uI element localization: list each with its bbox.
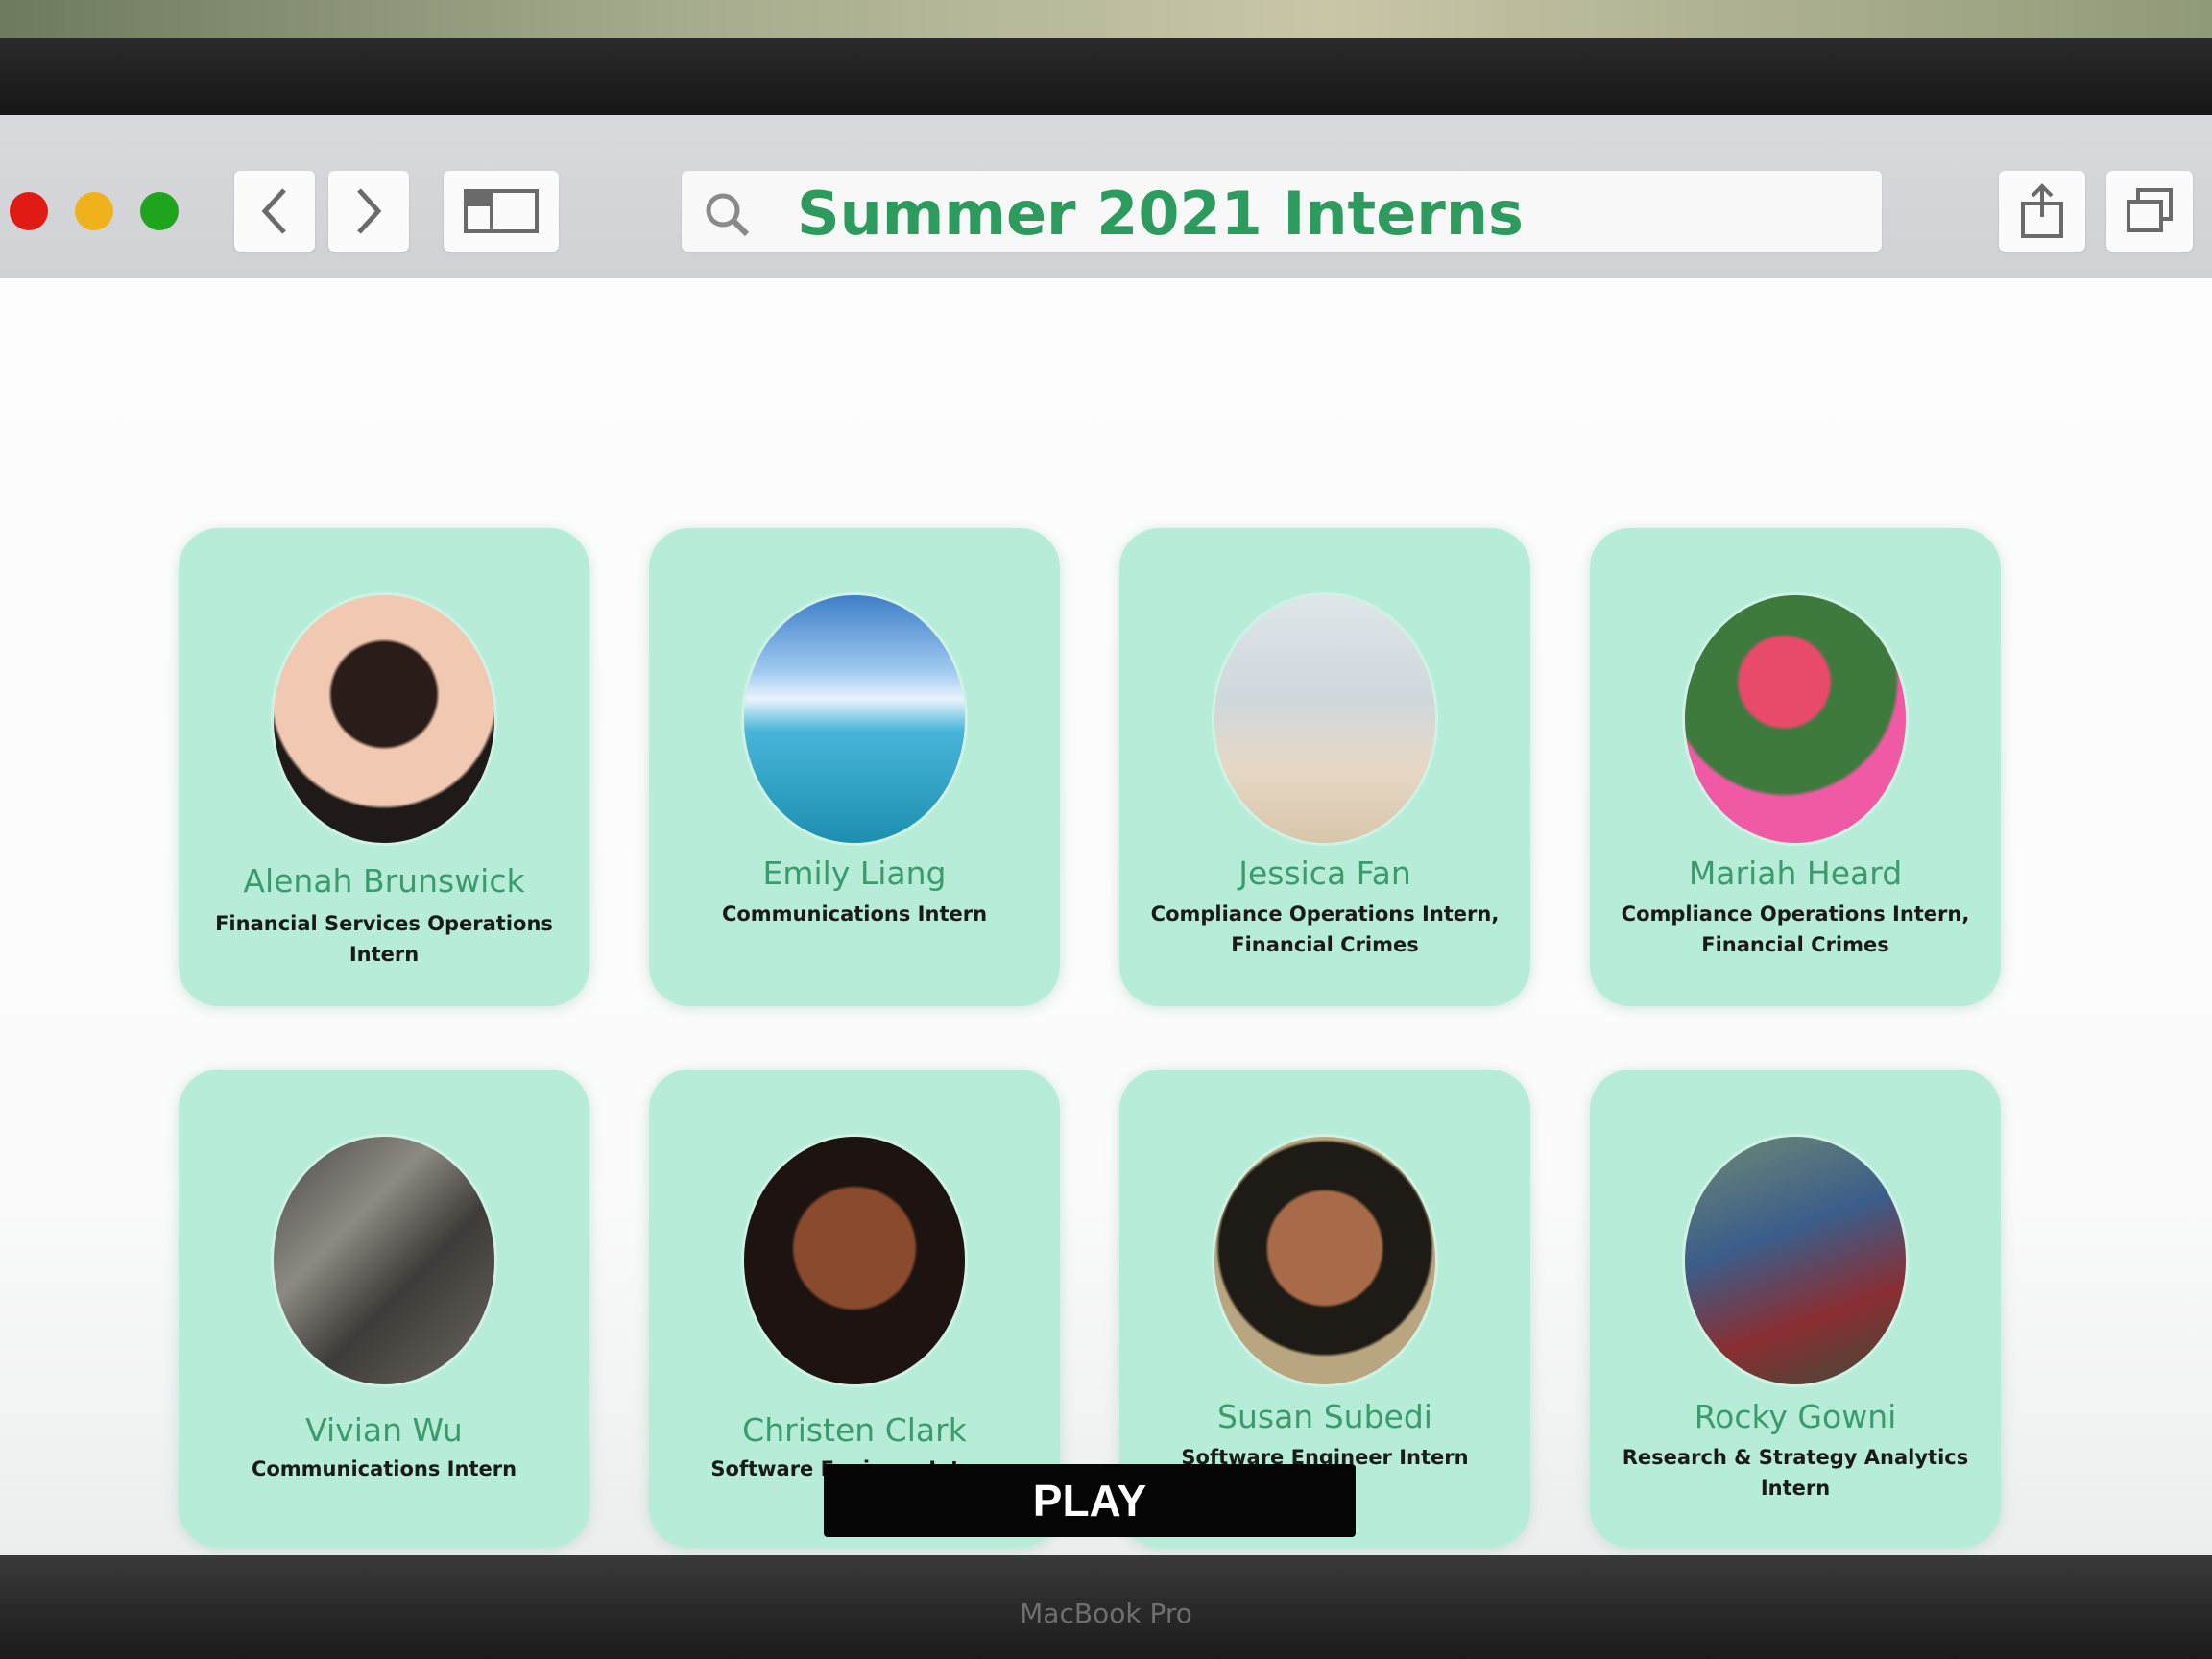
intern-name: Mariah Heard	[1688, 854, 1903, 892]
avatar	[274, 1137, 494, 1384]
intern-name: Christen Clark	[742, 1411, 967, 1449]
intern-card[interactable]: Alenah Brunswick Financial Services Oper…	[179, 528, 589, 1006]
page-content: Alenah Brunswick Financial Services Oper…	[0, 278, 2212, 1555]
browser-window: Summer 2021 Interns Alenah Brunswick Fin…	[0, 115, 2212, 1555]
intern-role: Communications Intern	[721, 902, 988, 926]
avatar	[1685, 1137, 1906, 1384]
laptop-bezel-bottom: MacBook Pro	[0, 1555, 2212, 1659]
avatar	[1214, 595, 1435, 843]
intern-card[interactable]: Rocky Gowni Research & Strategy Analytic…	[1590, 1070, 2001, 1548]
intern-name: Alenah Brunswick	[243, 862, 525, 900]
avatar	[1685, 595, 1906, 843]
back-arrow-icon	[261, 188, 286, 234]
page-title: Summer 2021 Interns	[797, 179, 1524, 249]
avatar	[1214, 1137, 1435, 1384]
intern-role: Research & Strategy Analytics Intern	[1622, 1446, 1969, 1500]
intern-name: Vivian Wu	[305, 1411, 463, 1449]
tabs-icon	[2127, 188, 2173, 232]
address-bar[interactable]: Summer 2021 Interns	[682, 171, 1882, 252]
tabs-button[interactable]	[2106, 171, 2193, 252]
search-icon	[706, 193, 750, 237]
intern-role: Compliance Operations Intern, Financial …	[1621, 902, 1970, 956]
play-button[interactable]: PLAY	[824, 1464, 1356, 1537]
browser-toolbar: Summer 2021 Interns	[0, 115, 2212, 280]
intern-card[interactable]: Mariah Heard Compliance Operations Inter…	[1590, 528, 2001, 1006]
intern-role: Communications Intern	[251, 1457, 517, 1480]
intern-name: Susan Subedi	[1217, 1398, 1432, 1435]
forward-arrow-icon	[357, 188, 382, 234]
avatar	[744, 595, 965, 843]
sidebar-icon	[464, 189, 539, 233]
intern-name: Jessica Fan	[1238, 854, 1411, 892]
sidebar-toggle-button[interactable]	[444, 171, 559, 252]
share-icon	[2021, 183, 2063, 238]
minimize-window-button[interactable]	[75, 192, 113, 230]
share-button[interactable]	[1999, 171, 2085, 252]
back-button[interactable]	[234, 171, 315, 252]
avatar	[744, 1137, 965, 1384]
intern-card[interactable]: Jessica Fan Compliance Operations Intern…	[1119, 528, 1530, 1006]
avatar	[274, 595, 494, 843]
intern-role: Financial Services Operations Intern	[215, 912, 553, 966]
intern-card[interactable]: Vivian Wu Communications Intern	[179, 1070, 589, 1548]
intern-name: Rocky Gowni	[1694, 1398, 1897, 1435]
intern-role: Compliance Operations Intern, Financial …	[1150, 902, 1500, 956]
close-window-button[interactable]	[10, 192, 48, 230]
intern-card[interactable]: Emily Liang Communications Intern	[649, 528, 1060, 1006]
device-label: MacBook Pro	[1020, 1598, 1192, 1629]
background-scene	[0, 0, 2212, 38]
maximize-window-button[interactable]	[140, 192, 179, 230]
laptop-bezel-top	[0, 38, 2212, 115]
forward-button[interactable]	[328, 171, 409, 252]
intern-name: Emily Liang	[762, 854, 947, 892]
